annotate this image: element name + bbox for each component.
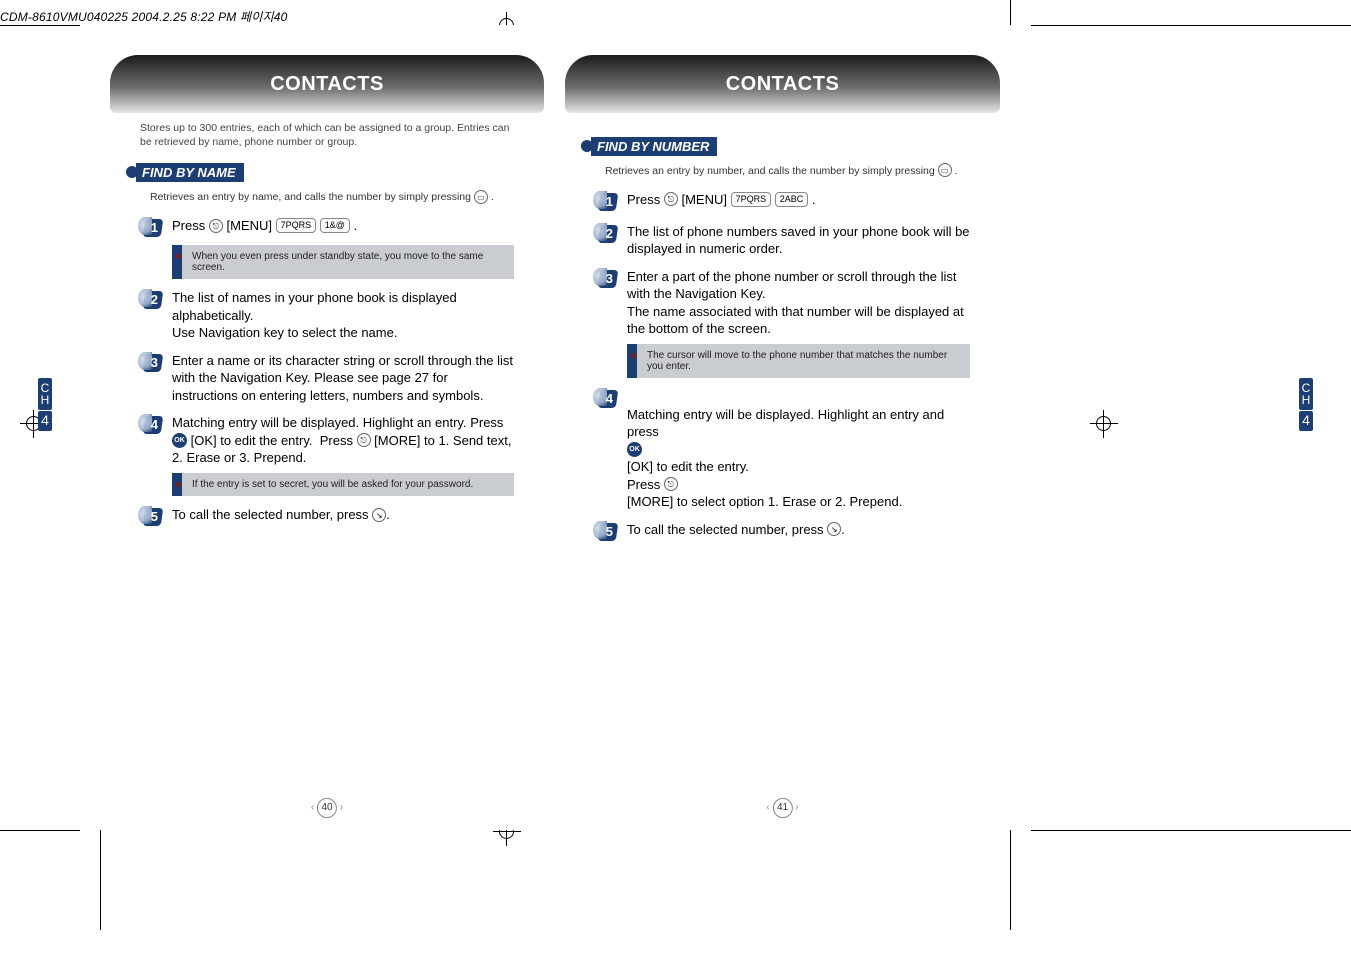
page-title: CONTACTS [555, 73, 1010, 96]
page-number: ‹ 40 › [311, 798, 343, 818]
softkey-icon: ⎋ [357, 433, 371, 447]
cropmark [1031, 830, 1351, 831]
send-key-icon: ↘ [827, 522, 841, 536]
note-bullet-icon [631, 353, 636, 358]
step-1: 1 Press ⎋ [MENU] 7PQRS 2ABC . [595, 191, 970, 213]
key-2: 2ABC [775, 192, 809, 207]
step-2: 2 The list of names in your phone book i… [140, 289, 514, 342]
book-key-icon: ▭ [474, 190, 488, 204]
key-7: 7PQRS [276, 218, 317, 233]
step-5: 5 To call the selected number, press ↘. [595, 521, 970, 543]
chapter-tab-right: CH 4 [1299, 378, 1313, 431]
step-badge: 1 [140, 217, 162, 239]
cropmark [1010, 0, 1011, 25]
registration-mark [1090, 410, 1118, 438]
page-intro: Stores up to 300 entries, each of which … [140, 121, 514, 149]
note-bullet-icon [176, 254, 181, 259]
document-header: CDM-8610VMU040225 2004.2.25 8:22 PM 페이지4… [0, 8, 287, 25]
chapter-tab-left: CH 4 [38, 378, 52, 431]
page-banner: CONTACTS [555, 55, 1010, 113]
page-number: ‹ 41 › [766, 798, 798, 818]
section-intro: Retrieves an entry by number, and calls … [605, 164, 970, 179]
step-3: 3 Enter a part of the phone number or sc… [595, 268, 970, 338]
section-heading-find-by-name: FIND BY NAME [126, 163, 244, 182]
step-4: 4 Matching entry will be displayed. High… [595, 388, 970, 511]
key-1: 1&@ [320, 218, 350, 233]
softkey-icon: ⎋ [209, 219, 223, 233]
ok-key-icon: OK [172, 433, 187, 448]
page-spread: CONTACTS Stores up to 300 entries, each … [100, 25, 1010, 830]
cropmark [1031, 25, 1351, 26]
step-1: 1 Press ⎋ [MENU] 7PQRS 1&@ . [140, 217, 514, 239]
section-intro: Retrieves an entry by name, and calls th… [150, 190, 514, 205]
note-box: When you even press under standby state,… [172, 245, 514, 279]
page-title: CONTACTS [100, 73, 554, 96]
section-heading-find-by-number: FIND BY NUMBER [581, 137, 717, 156]
step-4: 4 Matching entry will be displayed. High… [140, 414, 514, 467]
step-3: 3 Enter a name or its character string o… [140, 352, 514, 405]
cropmark [100, 830, 101, 930]
page-banner: CONTACTS [100, 55, 554, 113]
cropmark [0, 830, 80, 831]
softkey-icon: ⎋ [664, 477, 678, 491]
key-7: 7PQRS [731, 192, 772, 207]
step-5: 5 To call the selected number, press ↘. [140, 506, 514, 528]
step-body: Press ⎋ [MENU] 7PQRS 1&@ . [172, 217, 514, 235]
send-key-icon: ↘ [372, 508, 386, 522]
note-box: If the entry is set to secret, you will … [172, 473, 514, 496]
cropmark [0, 25, 80, 26]
book-key-icon: ▭ [938, 163, 952, 177]
page-40: CONTACTS Stores up to 300 entries, each … [100, 25, 555, 830]
sheet: CDM-8610VMU040225 2004.2.25 8:22 PM 페이지4… [0, 0, 1351, 954]
softkey-icon: ⎋ [664, 192, 678, 206]
cropmark [1010, 830, 1011, 930]
ok-key-icon: OK [627, 442, 642, 457]
page-41: CONTACTS FIND BY NUMBER Retrieves an ent… [555, 25, 1010, 830]
note-bullet-icon [176, 482, 181, 487]
step-2: 2 The list of phone numbers saved in you… [595, 223, 970, 258]
note-box: The cursor will move to the phone number… [627, 344, 970, 378]
